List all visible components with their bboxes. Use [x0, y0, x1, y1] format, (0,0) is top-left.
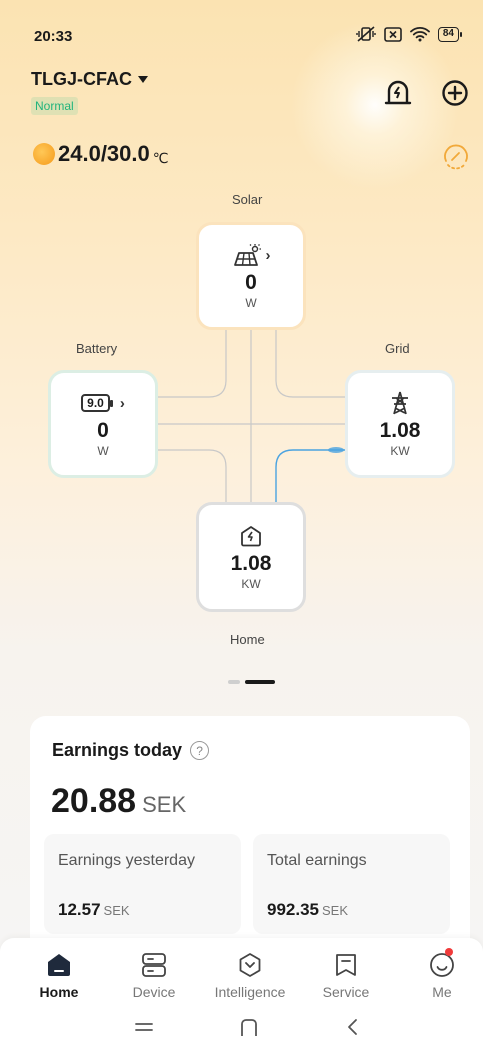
solar-label: Solar: [232, 192, 263, 207]
home-label: Home: [230, 632, 265, 647]
grid-unit: KW: [390, 444, 410, 458]
station-name: TLGJ-CFAC: [31, 69, 132, 89]
wifi-icon: [409, 27, 430, 42]
pager-dot[interactable]: [228, 680, 240, 684]
earnings-yesterday-currency: SEK: [103, 903, 130, 918]
home-node[interactable]: 1.08 KW: [196, 502, 306, 612]
weather: 24.0/30.0 ℃: [33, 141, 168, 167]
page-indicator: [228, 680, 275, 684]
chevron-right-icon: ›: [119, 394, 125, 412]
solar-node[interactable]: › 0 W: [196, 222, 306, 330]
battery-label: Battery: [76, 341, 118, 356]
profile-icon: [430, 953, 454, 977]
home-value: 1.08: [230, 552, 272, 575]
help-icon[interactable]: ?: [190, 741, 210, 760]
battery-unit: W: [97, 444, 109, 458]
intelligence-icon: [239, 953, 261, 977]
station-status-badge: Normal: [31, 97, 78, 115]
chevron-right-icon: ›: [265, 246, 271, 264]
solar-value: 0: [245, 271, 257, 294]
weather-unit: ℃: [152, 149, 169, 166]
nav-device[interactable]: Device: [109, 950, 199, 1000]
sim-off-icon: [384, 26, 402, 42]
earnings-currency: SEK: [142, 792, 187, 817]
alarm-button[interactable]: [383, 78, 413, 108]
home-unit: KW: [241, 577, 261, 591]
nav-me[interactable]: Me: [397, 948, 483, 1000]
battery-node[interactable]: 9.0 › 0 W: [48, 370, 158, 478]
add-button[interactable]: [440, 78, 470, 108]
nav-device-label: Device: [132, 984, 176, 1000]
grid-label: Grid: [385, 341, 410, 356]
nav-service[interactable]: Service: [301, 950, 391, 1000]
earnings-yesterday-card[interactable]: Earnings yesterday 12.57 SEK: [44, 834, 241, 934]
plus-circle-icon: [442, 80, 468, 106]
vibrate-off-icon: [356, 26, 376, 42]
home-button-icon[interactable]: [238, 1016, 260, 1038]
status-icons: 84: [356, 26, 463, 42]
solar-unit: W: [245, 296, 257, 310]
weather-temp: 24.0/30.0: [58, 141, 150, 166]
service-icon: [336, 954, 356, 976]
sun-icon: [33, 143, 55, 165]
earnings-today-value: 20.88: [51, 782, 137, 820]
caret-down-icon: [138, 76, 148, 83]
earnings-yesterday-label: Earnings yesterday: [58, 852, 195, 869]
earnings-yesterday-value: 12.57: [58, 900, 101, 919]
device-icon: [142, 953, 166, 977]
back-icon[interactable]: [342, 1016, 364, 1038]
power-tower-icon: [392, 391, 408, 415]
system-nav-bar: [0, 1006, 483, 1051]
earnings-title: Earnings today: [52, 740, 183, 760]
notification-badge: [445, 948, 453, 956]
nav-home[interactable]: Home: [14, 950, 104, 1000]
status-time: 20:33: [34, 28, 73, 45]
nav-me-label: Me: [432, 984, 452, 1000]
solar-panel-icon: [233, 244, 261, 266]
grid-node[interactable]: 1.08 KW: [345, 370, 455, 478]
total-earnings-value: 992.35: [267, 900, 319, 919]
total-earnings-card[interactable]: Total earnings 992.35 SEK: [253, 834, 450, 934]
nav-intelligence[interactable]: Intelligence: [205, 950, 295, 1000]
nav-service-label: Service: [322, 984, 370, 1000]
menu-icon[interactable]: [133, 1016, 155, 1038]
total-earnings-label: Total earnings: [267, 852, 367, 869]
status-bar: 20:33 84: [0, 0, 483, 45]
total-earnings-currency: SEK: [322, 903, 349, 918]
bottom-nav: Home Device Intelligence Service Me: [0, 938, 483, 1006]
home-power-icon: [241, 526, 261, 547]
grid-value: 1.08: [379, 419, 421, 442]
gauge-icon[interactable]: [442, 142, 470, 170]
battery-value: 0: [97, 419, 109, 442]
pager-dot-active[interactable]: [245, 680, 275, 684]
nav-intelligence-label: Intelligence: [214, 984, 286, 1000]
battery-indicator: 84: [437, 26, 463, 42]
earnings-card: Earnings today ? 20.88 SEK Earnings yest…: [30, 716, 470, 956]
alarm-bell-icon: [384, 80, 412, 105]
home-icon: [48, 954, 70, 976]
battery-soc-icon: 9.0: [81, 394, 113, 412]
station-selector[interactable]: TLGJ-CFAC: [31, 69, 148, 90]
sun-glow: [290, 20, 460, 190]
nav-home-label: Home: [39, 984, 79, 1000]
